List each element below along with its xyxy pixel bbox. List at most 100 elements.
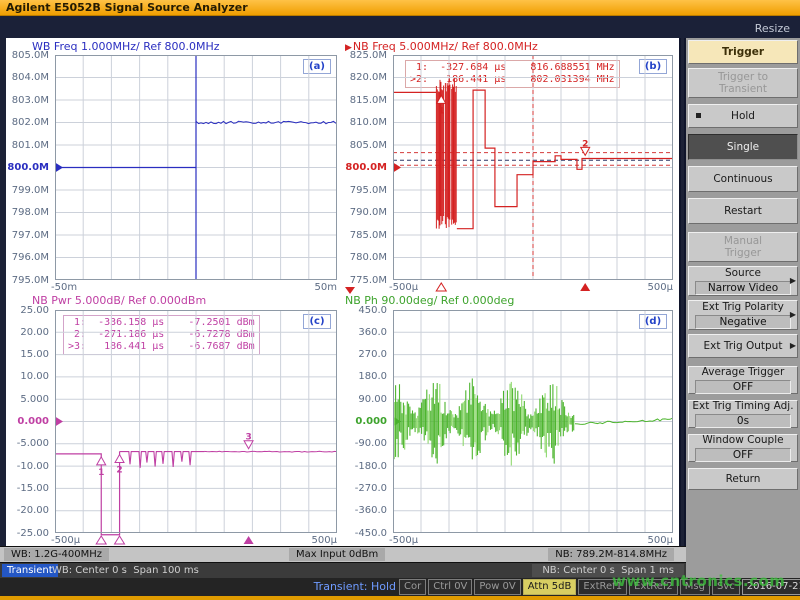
wb-range-badge: WB: 1.2G-400MHz	[4, 548, 109, 561]
wb-sweep-info: WB: Center 0 s Span 100 ms	[52, 564, 199, 577]
panel-d-ytick: 360.0	[339, 327, 387, 338]
panel-a-ytick: 801.0M	[1, 140, 49, 151]
sidebar-button-label: Return	[689, 473, 797, 485]
panel-b-ytick: 815.0M	[339, 95, 387, 106]
panel-b-ytick: 810.0M	[339, 117, 387, 128]
sidebar-button-ext-trig-polarity-value: Negative	[695, 315, 791, 329]
panel-c-trace-svg: 123	[55, 310, 337, 547]
panel-b-ytick: 775.0M	[339, 275, 387, 286]
sidebar-button-restart[interactable]: Restart	[688, 198, 798, 224]
status-segment-ctrl-0v: Ctrl 0V	[428, 579, 472, 595]
status-segment-attn-5db: Attn 5dB	[523, 579, 577, 595]
sidebar-button-continuous[interactable]: Continuous	[688, 166, 798, 192]
panel-d-plot	[393, 310, 673, 551]
panel-d-ytick: 90.00	[339, 394, 387, 405]
panel-d-ytick: -270.0	[339, 483, 387, 494]
svg-text:1: 1	[438, 106, 444, 116]
sidebar-button-label: Restart	[689, 205, 797, 217]
panel-b-ytick: 790.0M	[339, 207, 387, 218]
panel-c-ytick: 15.00	[1, 349, 49, 360]
sidebar-button-label: Ext Trig Output	[689, 340, 797, 352]
panel-c-plot: 123	[55, 310, 337, 551]
sidebar-button-average-trigger[interactable]: Average Trigger OFF	[688, 366, 798, 394]
panel-b-ytick: 785.0M	[339, 230, 387, 241]
panel-a-ytick: 799.0M	[1, 185, 49, 196]
window-strip: Resize	[0, 17, 800, 38]
panel-d-ytick: 450.0	[339, 305, 387, 316]
sweep-status-bar: Transient WB: Center 0 s Span 100 ms NB:…	[0, 563, 686, 578]
trigger-position-marker-icon	[345, 287, 355, 294]
sidebar-button-label: Manual Trigger	[689, 235, 797, 259]
status-segment-extref2: ExtRef2	[629, 579, 678, 595]
selected-dot-icon	[696, 113, 701, 118]
panel-d-trace-svg	[393, 310, 673, 547]
sidebar-button-hold[interactable]: Hold	[688, 104, 798, 128]
app-title: Agilent E5052B Signal Source Analyzer	[6, 1, 248, 14]
instrument-screen: Agilent E5052B Signal Source Analyzer Re…	[0, 0, 800, 600]
panel-a-title[interactable]: WB Freq 1.000MHz/ Ref 800.0MHz	[32, 40, 220, 53]
svg-text:1: 1	[98, 468, 104, 478]
panel-a-ytick: 798.0M	[1, 207, 49, 218]
transient-mode-badge: Transient	[2, 564, 58, 577]
instrument-status-bar: Transient: Hold CorCtrl 0VPow 0VAttn 5dB…	[0, 578, 800, 596]
panel-a-ytick: 804.0M	[1, 72, 49, 83]
panel-b-plot: 12	[393, 55, 673, 298]
panel-b-ytick: 820.0M	[339, 72, 387, 83]
sidebar-button-label: Trigger to Transient	[689, 71, 797, 95]
sidebar-button-label: Continuous	[689, 173, 797, 185]
resize-button[interactable]: Resize	[755, 22, 790, 35]
panel-d-ytick: -450.0	[339, 528, 387, 539]
panel-c-ytick: 25.00	[1, 305, 49, 316]
sidebar-button-ext-trig-timing-adj[interactable]: Ext Trig Timing Adj.0s	[688, 400, 798, 428]
panel-a-ytick: 800.0M	[1, 162, 49, 173]
panel-a-plot	[55, 55, 337, 298]
max-input-badge: Max Input 0dBm	[289, 548, 385, 561]
sidebar-button-window-couple[interactable]: Window Couple OFF	[688, 434, 798, 462]
sidebar-button-average-trigger-value: OFF	[695, 380, 791, 394]
status-segment-pow-0v: Pow 0V	[474, 579, 520, 595]
panel-c-ytick: -25.00	[1, 528, 49, 539]
sidebar-button-return[interactable]: Return	[688, 468, 798, 490]
panel-a-ytick: 805.0M	[1, 50, 49, 61]
sidebar-button-label: Hold	[689, 110, 797, 122]
panel-a-ytick: 802.0M	[1, 117, 49, 128]
panel-d-ytick: 270.0	[339, 349, 387, 360]
panel-b-ytick: 800.0M	[339, 162, 387, 173]
sidebar-button-trigger[interactable]: Trigger	[688, 40, 798, 64]
panel-d-ytick: 180.0	[339, 371, 387, 382]
sidebar-button-label: Trigger	[689, 46, 797, 58]
panel-c-title[interactable]: NB Pwr 5.000dB/ Ref 0.000dBm	[32, 294, 206, 307]
submenu-arrow-icon: ▶	[790, 310, 796, 319]
transient-state-label: Transient: Hold	[300, 580, 396, 594]
status-segment-svc: Svc	[712, 579, 740, 595]
panel-a-ytick: 795.0M	[1, 275, 49, 286]
panel-b-ytick: 805.0M	[339, 140, 387, 151]
panel-d-ytick: -360.0	[339, 505, 387, 516]
panel-a-ytick: 797.0M	[1, 230, 49, 241]
sidebar-button-label: Ext Trig Polarity	[689, 301, 797, 313]
panel-c-ytick: 0.000	[1, 416, 49, 427]
panel-c-ytick: 20.00	[1, 327, 49, 338]
status-segment-cor: Cor	[399, 579, 426, 595]
bottom-accent-strip	[0, 596, 800, 600]
panel-a-ytick: 796.0M	[1, 252, 49, 263]
sidebar-button-label: Source	[689, 267, 797, 279]
sidebar-button-manual-trigger: Manual Trigger	[688, 232, 798, 262]
panel-d-ytick: -180.0	[339, 461, 387, 472]
sidebar-button-single[interactable]: Single	[688, 134, 798, 160]
svg-text:2: 2	[116, 466, 122, 476]
sidebar-button-source[interactable]: SourceNarrow Video▶	[688, 266, 798, 296]
sidebar-button-label: Average Trigger	[689, 366, 797, 378]
panel-b-trace-svg: 12	[393, 55, 673, 294]
sidebar-button-trigger-to-transient: Trigger to Transient	[688, 68, 798, 98]
panel-c-ytick: 5.000	[1, 394, 49, 405]
status-segment-extref1: ExtRef1	[578, 579, 627, 595]
panel-c-ytick: -5.000	[1, 438, 49, 449]
panel-d-ytick: 0.000	[339, 416, 387, 427]
panel-c-ytick: -15.00	[1, 483, 49, 494]
sidebar-button-window-couple-value: OFF	[695, 448, 791, 462]
sidebar-button-ext-trig-polarity[interactable]: Ext Trig Polarity Negative▶	[688, 300, 798, 330]
sidebar-button-ext-trig-output[interactable]: Ext Trig Output▶	[688, 334, 798, 358]
panel-a-ytick: 803.0M	[1, 95, 49, 106]
sidebar-button-label: Window Couple	[689, 434, 797, 446]
